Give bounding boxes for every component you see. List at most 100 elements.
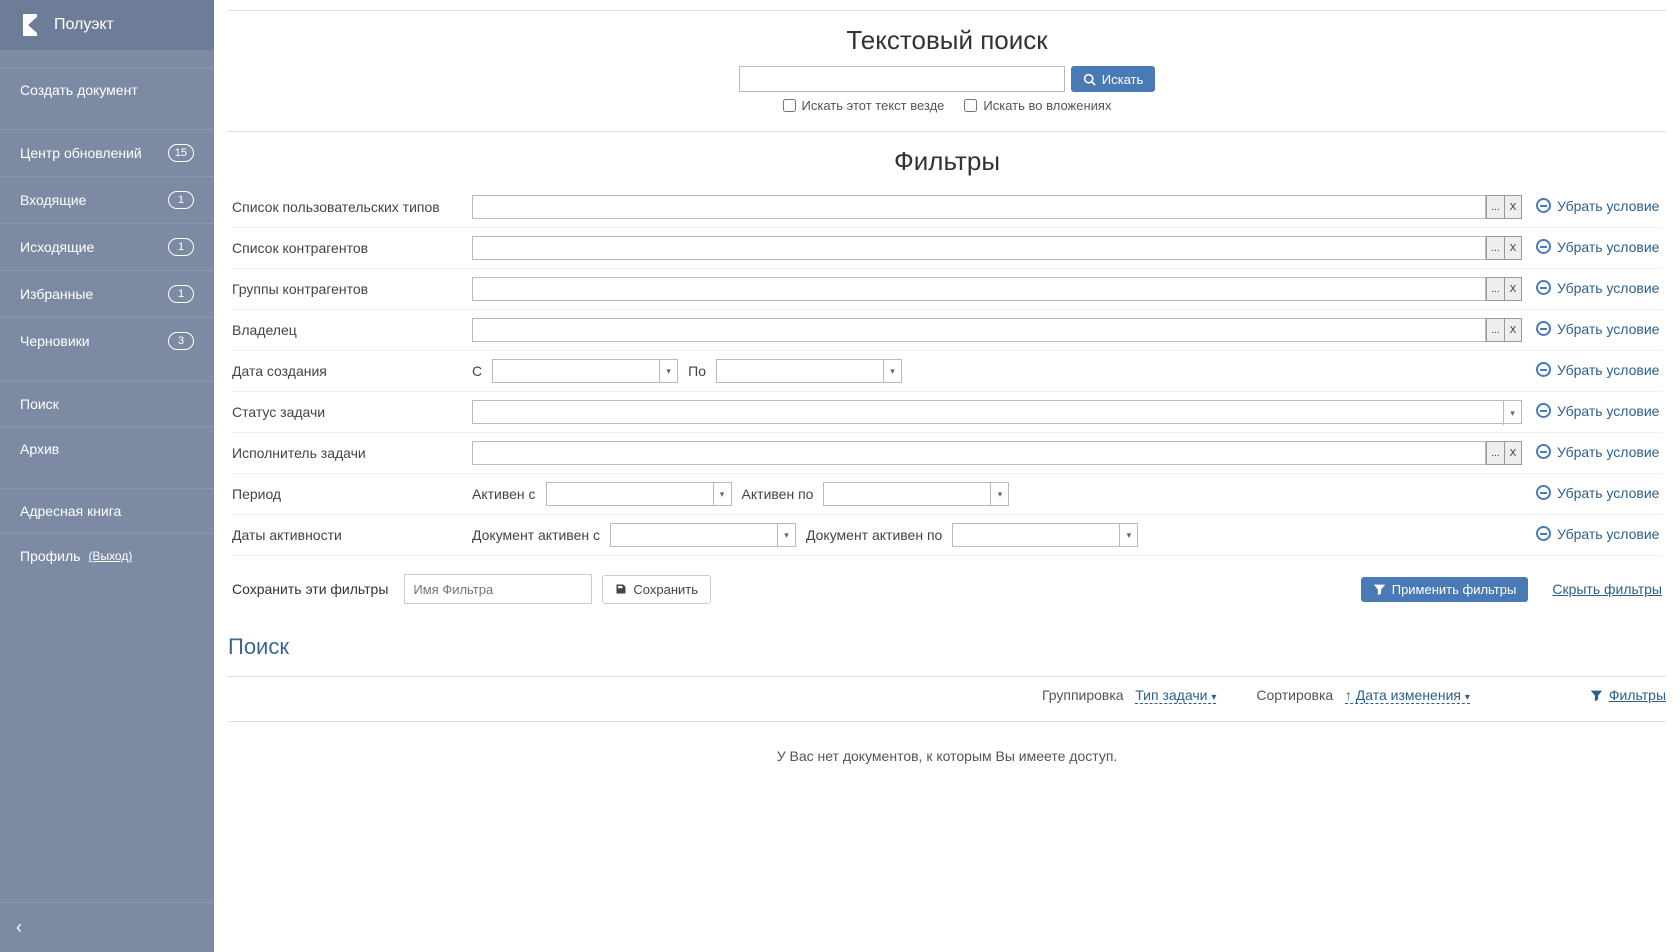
text-search-input[interactable] [739,66,1065,92]
ellipsis-icon[interactable]: ... [1486,195,1504,219]
hide-filters-link[interactable]: Скрыть фильтры [1552,581,1662,597]
search-button[interactable]: Искать [1071,66,1156,92]
chevron-down-icon: ▾ [1503,401,1521,425]
status-select[interactable]: ▾ [472,400,1522,424]
filter-row-owner: Владелец ... X Убрать условие [232,310,1662,351]
chevron-down-icon: ▾ [1119,523,1137,547]
ellipsis-icon[interactable]: ... [1486,277,1504,301]
empty-results-message: У Вас нет документов, к которым Вы имеет… [228,722,1666,790]
remove-condition-link[interactable]: Убрать условие [1536,321,1659,337]
sidebar-item-drafts[interactable]: Черновики 3 [0,318,214,364]
sidebar-item-archive[interactable]: Архив [0,427,214,471]
logo-icon [20,14,40,36]
filter-row-executor: Исполнитель задачи ... X Убрать условие [232,433,1662,474]
badge-count: 1 [168,191,194,209]
sidebar-item-label: Избранные [20,286,93,302]
owner-picker[interactable]: ... X [472,318,1522,342]
active-to-select[interactable]: ▾ [823,482,1009,506]
save-filter-row: Сохранить эти фильтры Сохранить Применит… [232,556,1662,618]
doc-active-to-label: Документ активен по [806,527,942,543]
results-heading: Поиск [228,618,1666,676]
create-document-label: Создать документ [20,82,138,98]
minus-icon [1536,444,1551,459]
clear-button[interactable]: X [1504,195,1522,219]
apply-filters-button[interactable]: Применить фильтры [1361,577,1529,602]
remove-condition-link[interactable]: Убрать условие [1536,280,1659,296]
remove-condition-link[interactable]: Убрать условие [1536,485,1659,501]
active-to-label: Активен по [742,486,814,502]
chevron-down-icon: ▾ [659,359,677,383]
sidebar-item-outbox[interactable]: Исходящие 1 [0,224,214,271]
clear-button[interactable]: X [1504,277,1522,301]
brand-title: Полуэкт [54,16,114,34]
executor-picker[interactable]: ... X [472,441,1522,465]
remove-condition-link[interactable]: Убрать условие [1536,198,1659,214]
sidebar-item-addressbook[interactable]: Адресная книга [0,489,214,534]
picker-input[interactable] [472,195,1486,219]
remove-condition-link[interactable]: Убрать условие [1536,362,1659,378]
date-to-label: По [688,363,706,379]
contractor-groups-picker[interactable]: ... X [472,277,1522,301]
ellipsis-icon[interactable]: ... [1486,236,1504,260]
sidebar-item-updates[interactable]: Центр обновлений 15 [0,130,214,177]
filter-label: Период [232,486,472,502]
date-to-select[interactable]: ▾ [716,359,902,383]
user-types-picker[interactable]: ... X [472,195,1522,219]
picker-input[interactable] [472,441,1486,465]
sidebar-item-label: Входящие [20,192,86,208]
ellipsis-icon[interactable]: ... [1486,318,1504,342]
create-document[interactable]: Создать документ [0,68,214,112]
text-search-title: Текстовый поиск [228,11,1666,66]
remove-condition-link[interactable]: Убрать условие [1536,403,1659,419]
filter-label: Дата создания [232,363,472,379]
contractors-picker[interactable]: ... X [472,236,1522,260]
clear-button[interactable]: X [1504,441,1522,465]
picker-input[interactable] [472,236,1486,260]
minus-icon [1536,321,1551,336]
minus-icon [1536,362,1551,377]
sidebar-item-label: Черновики [20,333,90,349]
sidebar-item-favorites[interactable]: Избранные 1 [0,271,214,318]
filters-toggle-link[interactable]: Фильтры [1590,687,1666,703]
sidebar: Полуэкт Создать документ Центр обновлени… [0,0,214,952]
checkbox-label: Искать во вложениях [983,98,1111,113]
chevron-down-icon: ▾ [777,523,795,547]
save-icon [615,583,627,595]
minus-icon [1536,485,1551,500]
picker-input[interactable] [472,277,1486,301]
sort-dropdown[interactable]: ↑ Дата изменения ▾ [1345,687,1470,704]
remove-condition-link[interactable]: Убрать условие [1536,239,1659,255]
search-button-label: Искать [1102,72,1144,87]
picker-input[interactable] [472,318,1486,342]
chevron-left-icon: ‹ [16,917,22,937]
search-attachments-checkbox[interactable]: Искать во вложениях [964,98,1111,113]
checkbox-input[interactable] [964,99,977,112]
doc-active-to-select[interactable]: ▾ [952,523,1138,547]
remove-condition-link[interactable]: Убрать условие [1536,526,1659,542]
filter-name-input[interactable] [404,574,592,604]
filter-row-contractor-groups: Группы контрагентов ... X Убрать условие [232,269,1662,310]
clear-button[interactable]: X [1504,236,1522,260]
active-from-select[interactable]: ▾ [546,482,732,506]
search-icon [1083,73,1096,86]
checkbox-input[interactable] [783,99,796,112]
doc-active-from-select[interactable]: ▾ [610,523,796,547]
sidebar-item-profile[interactable]: Профиль (Выход) [0,534,214,578]
badge-count: 3 [168,332,194,350]
save-filter-button[interactable]: Сохранить [602,575,711,604]
ellipsis-icon[interactable]: ... [1486,441,1504,465]
sidebar-item-inbox[interactable]: Входящие 1 [0,177,214,224]
sidebar-item-label: Адресная книга [20,503,121,519]
logout-link[interactable]: (Выход) [88,549,132,563]
brand[interactable]: Полуэкт [0,0,214,50]
save-filter-label: Сохранить эти фильтры [232,581,388,597]
chevron-down-icon: ▾ [1211,692,1216,703]
sidebar-collapse-button[interactable]: ‹ [0,902,214,952]
clear-button[interactable]: X [1504,318,1522,342]
group-dropdown[interactable]: Тип задачи ▾ [1135,687,1216,704]
date-from-select[interactable]: ▾ [492,359,678,383]
sidebar-item-search[interactable]: Поиск [0,382,214,427]
filter-label: Даты активности [232,527,472,543]
search-everywhere-checkbox[interactable]: Искать этот текст везде [783,98,945,113]
remove-condition-link[interactable]: Убрать условие [1536,444,1659,460]
